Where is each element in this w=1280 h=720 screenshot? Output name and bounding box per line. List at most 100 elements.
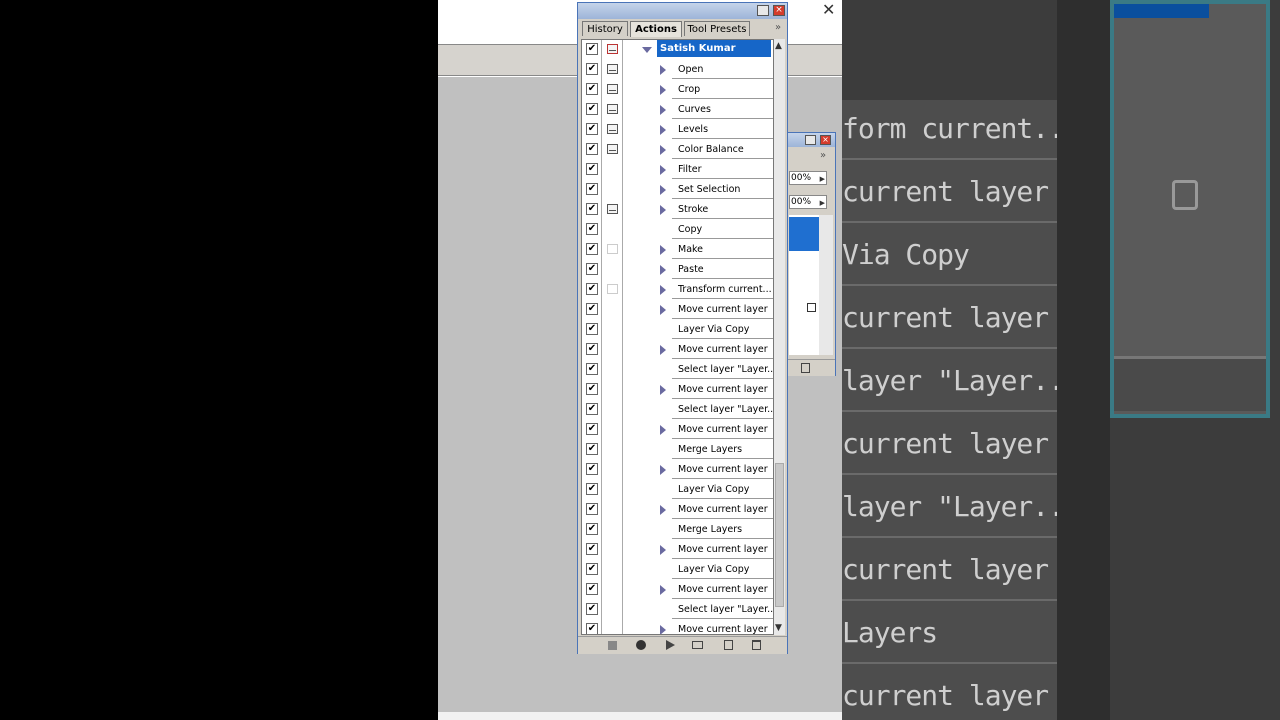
trash-icon[interactable] <box>752 640 761 650</box>
opacity-arrow-icon[interactable]: ▶ <box>820 173 825 185</box>
action-row[interactable]: ✔ Merge Layers <box>582 520 773 540</box>
action-row[interactable]: ✔ Move current layer <box>582 300 773 320</box>
toggle-checkbox[interactable]: ✔ <box>586 483 598 495</box>
toggle-checkbox[interactable]: ✔ <box>586 323 598 335</box>
toggle-checkbox[interactable]: ✔ <box>586 263 598 275</box>
action-row[interactable]: ✔ Select layer "Layer... <box>582 600 773 620</box>
layers-opacity-field[interactable]: 00% ▶ <box>789 171 827 185</box>
expand-right-icon[interactable] <box>660 585 666 595</box>
action-row[interactable]: ✔ Paste <box>582 260 773 280</box>
expand-right-icon[interactable] <box>660 465 666 475</box>
toggle-checkbox[interactable]: ✔ <box>586 523 598 535</box>
expand-right-icon[interactable] <box>660 425 666 435</box>
dialog-toggle-icon[interactable] <box>607 204 618 214</box>
dialog-toggle-icon[interactable] <box>607 284 618 294</box>
action-row[interactable]: ✔ Merge Layers <box>582 440 773 460</box>
action-row[interactable]: ✔ Color Balance <box>582 140 773 160</box>
selected-layer-row[interactable] <box>789 217 819 251</box>
actions-scrollbar[interactable]: ▲ ▼ <box>774 39 785 635</box>
new-set-icon[interactable] <box>692 641 703 649</box>
layers-minimize-button[interactable] <box>805 135 816 145</box>
toggle-checkbox[interactable]: ✔ <box>586 43 598 55</box>
action-row[interactable]: ✔ Move current layer <box>582 460 773 480</box>
action-row[interactable]: ✔ Make <box>582 240 773 260</box>
play-icon[interactable] <box>666 640 675 650</box>
action-row[interactable]: ✔ Move current layer <box>582 580 773 600</box>
toggle-checkbox[interactable]: ✔ <box>586 443 598 455</box>
action-row[interactable]: ✔ Layer Via Copy <box>582 560 773 580</box>
expand-down-icon[interactable] <box>642 47 652 53</box>
stop-icon[interactable] <box>608 641 617 650</box>
dialog-toggle-icon[interactable] <box>607 64 618 74</box>
toggle-checkbox[interactable]: ✔ <box>586 363 598 375</box>
scroll-thumb[interactable] <box>775 463 784 607</box>
trash-icon[interactable] <box>801 363 810 373</box>
actions-titlebar[interactable]: × <box>578 3 787 19</box>
dialog-toggle-icon[interactable] <box>607 144 618 154</box>
action-row[interactable]: ✔ Select layer "Layer... <box>582 400 773 420</box>
toggle-checkbox[interactable]: ✔ <box>586 463 598 475</box>
action-row[interactable]: ✔ Move current layer <box>582 540 773 560</box>
record-icon[interactable] <box>636 640 646 650</box>
toggle-checkbox[interactable]: ✔ <box>586 383 598 395</box>
toggle-checkbox[interactable]: ✔ <box>586 203 598 215</box>
expand-right-icon[interactable] <box>660 205 666 215</box>
toggle-checkbox[interactable]: ✔ <box>586 303 598 315</box>
new-action-icon[interactable] <box>724 640 733 650</box>
expand-right-icon[interactable] <box>660 85 666 95</box>
action-row[interactable]: ✔ Layer Via Copy <box>582 480 773 500</box>
toggle-checkbox[interactable]: ✔ <box>586 423 598 435</box>
expand-right-icon[interactable] <box>660 265 666 275</box>
toggle-checkbox[interactable]: ✔ <box>586 223 598 235</box>
toggle-checkbox[interactable]: ✔ <box>586 183 598 195</box>
toggle-checkbox[interactable]: ✔ <box>586 63 598 75</box>
toggle-checkbox[interactable]: ✔ <box>586 123 598 135</box>
toggle-checkbox[interactable]: ✔ <box>586 403 598 415</box>
action-row[interactable]: ✔ Curves <box>582 100 773 120</box>
tab-actions[interactable]: Actions <box>630 21 682 37</box>
expand-right-icon[interactable] <box>660 625 666 634</box>
action-row[interactable]: ✔ Crop <box>582 80 773 100</box>
action-row[interactable]: ✔ Move current layer <box>582 620 773 634</box>
action-row[interactable]: ✔ Open <box>582 60 773 80</box>
toggle-checkbox[interactable]: ✔ <box>586 603 598 615</box>
toggle-checkbox[interactable]: ✔ <box>586 103 598 115</box>
scroll-up-icon[interactable]: ▲ <box>775 41 782 51</box>
fill-arrow-icon[interactable]: ▶ <box>820 197 825 209</box>
expand-right-icon[interactable] <box>660 125 666 135</box>
expand-right-icon[interactable] <box>660 185 666 195</box>
action-row[interactable]: ✔ Layer Via Copy <box>582 320 773 340</box>
layers-scrollbar[interactable] <box>819 215 833 355</box>
toggle-checkbox[interactable]: ✔ <box>586 243 598 255</box>
dialog-toggle-icon[interactable] <box>607 124 618 134</box>
expand-right-icon[interactable] <box>660 505 666 515</box>
action-row[interactable]: ✔ Levels <box>582 120 773 140</box>
action-row[interactable]: ✔ Move current layer <box>582 420 773 440</box>
action-row[interactable]: ✔ Copy <box>582 220 773 240</box>
expand-right-icon[interactable] <box>660 545 666 555</box>
expand-right-icon[interactable] <box>660 245 666 255</box>
toggle-checkbox[interactable]: ✔ <box>586 343 598 355</box>
toggle-checkbox[interactable]: ✔ <box>586 543 598 555</box>
dialog-toggle-icon[interactable] <box>607 244 618 254</box>
action-row[interactable]: ✔ Stroke <box>582 200 773 220</box>
layers-menu-icon[interactable]: » <box>820 150 826 161</box>
toggle-checkbox[interactable]: ✔ <box>586 83 598 95</box>
expand-right-icon[interactable] <box>660 285 666 295</box>
toggle-checkbox[interactable]: ✔ <box>586 283 598 295</box>
expand-right-icon[interactable] <box>660 345 666 355</box>
action-row[interactable]: ✔ Move current layer <box>582 500 773 520</box>
action-row[interactable]: ✔ Move current layer <box>582 380 773 400</box>
toggle-checkbox[interactable]: ✔ <box>586 503 598 515</box>
dialog-toggle-icon[interactable] <box>607 84 618 94</box>
toggle-checkbox[interactable]: ✔ <box>586 583 598 595</box>
dialog-toggle-icon[interactable] <box>607 44 618 54</box>
minimize-button[interactable] <box>757 5 769 16</box>
action-row[interactable]: ✔ Set Selection <box>582 180 773 200</box>
dialog-toggle-icon[interactable] <box>607 104 618 114</box>
action-row[interactable]: ✔ Move current layer <box>582 340 773 360</box>
layers-titlebar[interactable]: × <box>787 133 835 147</box>
layers-close-button[interactable]: × <box>820 135 831 145</box>
toggle-checkbox[interactable]: ✔ <box>586 143 598 155</box>
scroll-down-icon[interactable]: ▼ <box>775 623 782 633</box>
